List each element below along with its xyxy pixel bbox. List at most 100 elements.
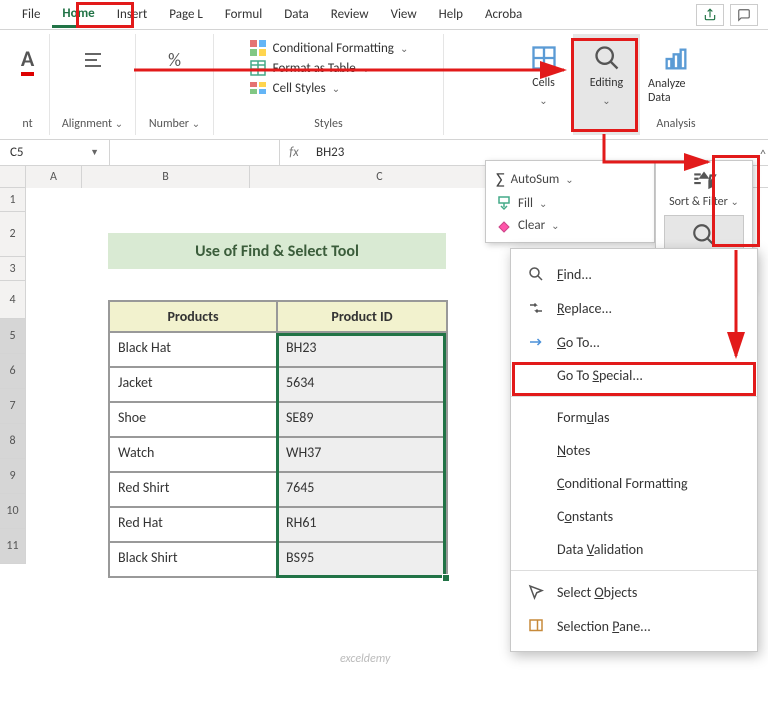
cell-product-id[interactable]: BH23 [277, 332, 447, 367]
menu-replace[interactable]: Replace... [511, 291, 757, 325]
cell-product-id[interactable]: RH61 [277, 507, 447, 542]
cell-product-id[interactable]: 7645 [277, 472, 447, 507]
tab-data[interactable]: Data [274, 3, 319, 26]
menu-find[interactable]: Find... [511, 257, 757, 291]
tab-pagelayout[interactable]: Page L [159, 3, 213, 26]
sheet-title: Use of Find & Select Tool [108, 233, 446, 269]
menu-select-objects[interactable]: Select Objects [511, 575, 757, 609]
formula-input[interactable]: BH23 [308, 145, 768, 160]
column-header[interactable]: A [26, 166, 82, 188]
alignment-label: Alignment ⌄ [62, 117, 123, 133]
column-header[interactable]: B [82, 166, 250, 188]
sort-filter-button[interactable]: Sort & Filter ⌄ [664, 169, 744, 209]
menu-goto-special[interactable]: Go To Special... [511, 359, 757, 392]
ribbon: A nt Alignment ⌄ % Number ⌄ Conditional … [0, 30, 768, 140]
number-format-icon[interactable]: % [159, 36, 191, 84]
data-table: Products Product ID Black HatBH23Jacket5… [108, 300, 448, 578]
analysis-group-label: Analysis [656, 117, 695, 133]
share-button[interactable] [696, 4, 724, 26]
number-label: Number ⌄ [149, 117, 200, 133]
collapse-ribbon-button[interactable]: ^ [760, 148, 766, 162]
row-header[interactable]: 6 [0, 354, 25, 389]
column-header-product-id: Product ID [277, 301, 447, 332]
conditional-formatting-button[interactable]: Conditional Formatting ⌄ [249, 40, 409, 56]
cells-icon [530, 44, 558, 72]
font-color-icon[interactable]: A [12, 36, 44, 84]
magnifier-icon [527, 265, 545, 283]
tab-insert[interactable]: Insert [107, 3, 158, 26]
column-header[interactable]: C [250, 166, 510, 188]
fill-button[interactable]: Fill ⌄ [486, 192, 654, 214]
clear-button[interactable]: Clear ⌄ [486, 214, 654, 236]
alignment-icon[interactable] [77, 36, 109, 84]
menu-formulas[interactable]: Formulas [511, 401, 757, 434]
table-row: Red HatRH61 [109, 507, 447, 542]
sigma-icon: ∑ [496, 170, 505, 189]
name-box[interactable]: C5▼ [0, 140, 110, 165]
row-header[interactable]: 5 [0, 319, 25, 354]
row-header[interactable]: 10 [0, 494, 25, 529]
cell-product[interactable]: Watch [109, 437, 277, 472]
menu-data-validation[interactable]: Data Validation [511, 533, 757, 566]
column-header-products: Products [109, 301, 277, 332]
cursor-icon [527, 583, 545, 601]
fill-down-icon [496, 195, 512, 211]
selection-handle[interactable] [442, 574, 450, 582]
menu-selection-pane[interactable]: Selection Pane... [511, 609, 757, 643]
menu-goto[interactable]: Go To... [511, 325, 757, 359]
tab-view[interactable]: View [381, 3, 427, 26]
cell-product[interactable]: Red Hat [109, 507, 277, 542]
autosum-button[interactable]: ∑AutoSum ⌄ [486, 167, 654, 192]
sort-filter-icon [691, 169, 717, 195]
font-group-label: nt [22, 117, 32, 133]
cell-product-id[interactable]: WH37 [277, 437, 447, 472]
pane-icon [527, 617, 545, 635]
cell-product-id[interactable]: 5634 [277, 367, 447, 402]
cell-product-id[interactable]: SE89 [277, 402, 447, 437]
row-header[interactable]: 8 [0, 424, 25, 459]
tab-acrobat[interactable]: Acroba [475, 3, 532, 26]
table-row: Jacket5634 [109, 367, 447, 402]
tab-formulas[interactable]: Formul [215, 3, 272, 26]
select-all-corner[interactable] [0, 166, 26, 188]
replace-icon [527, 299, 545, 317]
row-header[interactable]: 1 [0, 188, 25, 212]
table-row: Red Shirt7645 [109, 472, 447, 507]
tab-help[interactable]: Help [429, 3, 473, 26]
tab-review[interactable]: Review [321, 3, 379, 26]
styles-group-label: Styles [314, 117, 342, 133]
format-as-table-button[interactable]: Format as Table ⌄ [249, 60, 370, 76]
analyze-data-button[interactable]: Analyze Data [648, 36, 704, 114]
cell-styles-button[interactable]: Cell Styles ⌄ [249, 80, 340, 96]
row-header[interactable]: 7 [0, 389, 25, 424]
cell-product-id[interactable]: BS95 [277, 542, 447, 577]
table-row: WatchWH37 [109, 437, 447, 472]
tab-home[interactable]: Home [52, 2, 104, 28]
tab-file[interactable]: File [12, 3, 50, 26]
cells-button[interactable]: Cells⌄ [516, 36, 572, 114]
editing-button[interactable]: Editing⌄ [579, 36, 635, 114]
comments-button[interactable] [730, 4, 758, 26]
fx-icon[interactable]: fx [280, 145, 308, 160]
menu-constants[interactable]: Constants [511, 500, 757, 533]
cell-product[interactable]: Shoe [109, 402, 277, 437]
cell-product[interactable]: Jacket [109, 367, 277, 402]
row-header[interactable]: 4 [0, 281, 25, 319]
row-header[interactable]: 3 [0, 257, 25, 281]
find-select-menu: Find... Replace... Go To... Go To Specia… [510, 248, 758, 652]
editing-dropdown: ∑AutoSum ⌄ Fill ⌄ Clear ⌄ [485, 160, 655, 243]
table-row: Black HatBH23 [109, 332, 447, 367]
analyze-icon [662, 45, 690, 73]
row-header[interactable]: 2 [0, 212, 25, 257]
table-row: ShoeSE89 [109, 402, 447, 437]
row-header[interactable]: 9 [0, 459, 25, 494]
watermark: exceldemy [340, 652, 390, 666]
menu-conditional-formatting[interactable]: Conditional Formatting [511, 467, 757, 500]
row-header[interactable]: 11 [0, 529, 25, 564]
goto-arrow-icon [527, 333, 545, 351]
cell-product[interactable]: Black Shirt [109, 542, 277, 577]
magnifier-icon [593, 44, 621, 72]
cell-product[interactable]: Black Hat [109, 332, 277, 367]
cell-product[interactable]: Red Shirt [109, 472, 277, 507]
menu-notes[interactable]: Notes [511, 434, 757, 467]
